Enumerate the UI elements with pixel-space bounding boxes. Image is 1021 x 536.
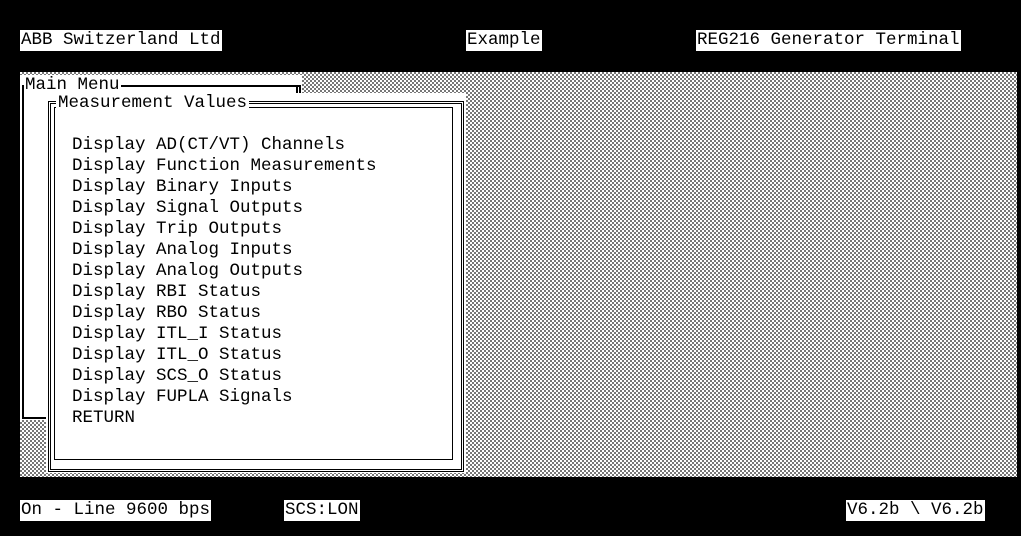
menu-item-signal-outputs[interactable]: Display Signal Outputs [72, 198, 377, 219]
status-protocol: SCS:LON [284, 500, 360, 521]
menu-item-fupla-signals[interactable]: Display FUPLA Signals [72, 387, 377, 408]
company-name: ABB Switzerland Ltd [20, 30, 222, 51]
menu-item-ad-channels[interactable]: Display AD(CT/VT) Channels [72, 135, 377, 156]
project-name: Example [466, 30, 542, 51]
measurement-values-window: Measurement Values Display AD(CT/VT) Cha… [46, 93, 466, 473]
menu-item-analog-inputs[interactable]: Display Analog Inputs [72, 240, 377, 261]
menu-item-binary-inputs[interactable]: Display Binary Inputs [72, 177, 377, 198]
menu-item-analog-outputs[interactable]: Display Analog Outputs [72, 261, 377, 282]
menu-item-scs-o-status[interactable]: Display SCS_O Status [72, 366, 377, 387]
menu-item-trip-outputs[interactable]: Display Trip Outputs [72, 219, 377, 240]
menu-item-itl-i-status[interactable]: Display ITL_I Status [72, 324, 377, 345]
status-version: V6.2b \ V6.2b [846, 500, 985, 521]
measurement-values-title: Measurement Values [56, 93, 250, 114]
status-connection: On - Line 9600 bps [20, 500, 212, 521]
measurement-menu-list: Display AD(CT/VT) Channels Display Funct… [72, 135, 377, 429]
menu-item-rbi-status[interactable]: Display RBI Status [72, 282, 377, 303]
menu-item-rbo-status[interactable]: Display RBO Status [72, 303, 377, 324]
main-menu-frame-corner [22, 375, 48, 419]
menu-item-function-measurements[interactable]: Display Function Measurements [72, 156, 377, 177]
menu-item-itl-o-status[interactable]: Display ITL_O Status [72, 345, 377, 366]
menu-item-return[interactable]: RETURN [72, 408, 377, 429]
device-name: REG216 Generator Terminal [696, 30, 961, 51]
main-menu-frame-tick [296, 85, 298, 93]
